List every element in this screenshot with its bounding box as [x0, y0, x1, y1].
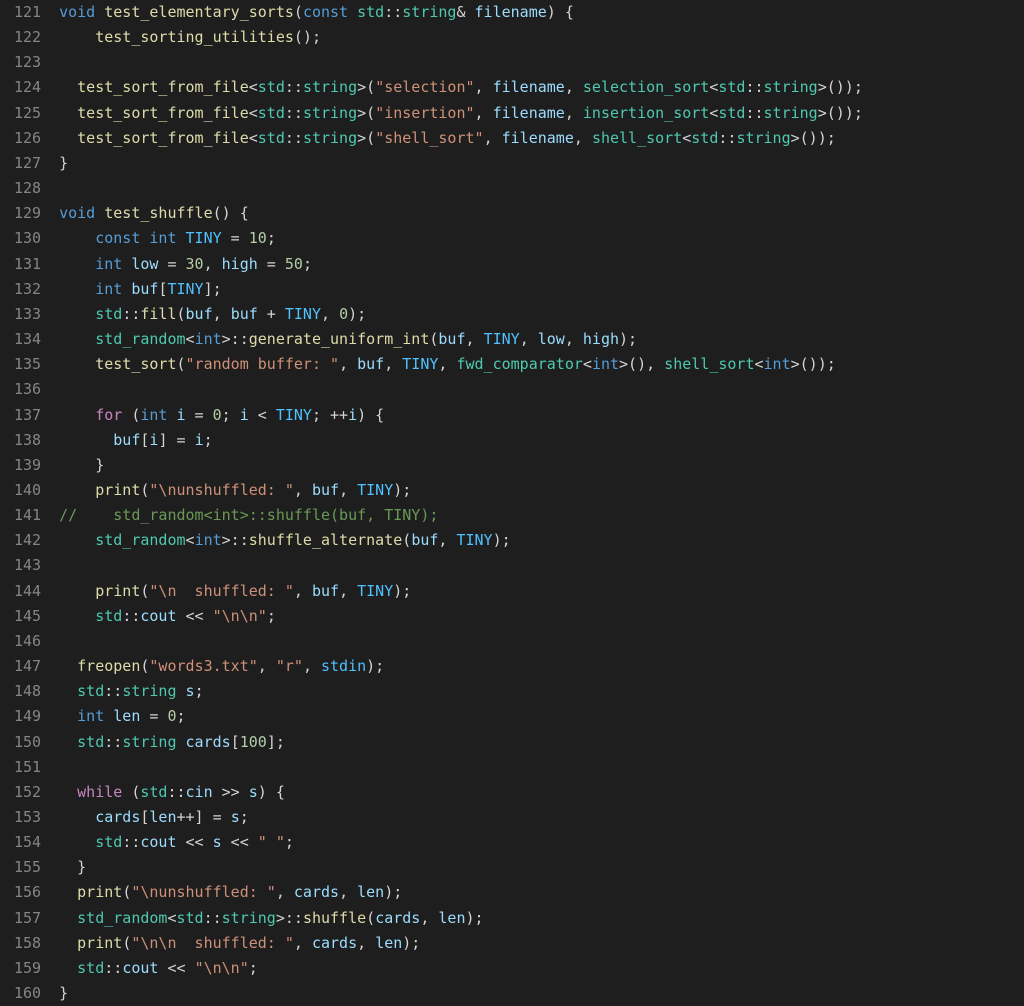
code-line[interactable]: void test_elementary_sorts(const std::st…	[59, 0, 1024, 25]
line-number: 149	[14, 704, 41, 729]
line-number: 141	[14, 503, 41, 528]
code-line[interactable]: while (std::cin >> s) {	[59, 780, 1024, 805]
line-number: 134	[14, 327, 41, 352]
code-line[interactable]	[59, 553, 1024, 578]
line-number: 150	[14, 730, 41, 755]
code-line[interactable]: std::cout << s << " ";	[59, 830, 1024, 855]
code-line[interactable]	[59, 377, 1024, 402]
line-number: 148	[14, 679, 41, 704]
line-number: 157	[14, 906, 41, 931]
line-number: 137	[14, 403, 41, 428]
code-line[interactable]: print("\n\n shuffled: ", cards, len);	[59, 931, 1024, 956]
code-line[interactable]: test_sort_from_file<std::string>("shell_…	[59, 126, 1024, 151]
line-number: 153	[14, 805, 41, 830]
line-number: 142	[14, 528, 41, 553]
code-line[interactable]: for (int i = 0; i < TINY; ++i) {	[59, 403, 1024, 428]
code-line[interactable]	[59, 629, 1024, 654]
line-number: 143	[14, 553, 41, 578]
line-number: 140	[14, 478, 41, 503]
line-number: 135	[14, 352, 41, 377]
code-line[interactable]: freopen("words3.txt", "r", stdin);	[59, 654, 1024, 679]
code-line[interactable]: int low = 30, high = 50;	[59, 252, 1024, 277]
code-line[interactable]: cards[len++] = s;	[59, 805, 1024, 830]
line-number: 127	[14, 151, 41, 176]
line-number: 133	[14, 302, 41, 327]
line-number: 144	[14, 579, 41, 604]
line-number: 126	[14, 126, 41, 151]
line-number-gutter: 1211221231241251261271281291301311321331…	[0, 0, 59, 1006]
code-line[interactable]	[59, 176, 1024, 201]
code-line[interactable]: std::string cards[100];	[59, 730, 1024, 755]
line-number: 132	[14, 277, 41, 302]
code-line[interactable]: test_sort_from_file<std::string>("select…	[59, 75, 1024, 100]
line-number: 121	[14, 0, 41, 25]
code-line[interactable]: int len = 0;	[59, 704, 1024, 729]
code-line[interactable]: const int TINY = 10;	[59, 226, 1024, 251]
line-number: 136	[14, 377, 41, 402]
line-number: 131	[14, 252, 41, 277]
line-number: 130	[14, 226, 41, 251]
line-number: 139	[14, 453, 41, 478]
code-line[interactable]: std::cout << "\n\n";	[59, 604, 1024, 629]
code-line[interactable]: test_sort("random buffer: ", buf, TINY, …	[59, 352, 1024, 377]
code-line[interactable]: }	[59, 453, 1024, 478]
line-number: 129	[14, 201, 41, 226]
code-line[interactable]: void test_shuffle() {	[59, 201, 1024, 226]
code-line[interactable]: std::string s;	[59, 679, 1024, 704]
line-number: 122	[14, 25, 41, 50]
code-line[interactable]	[59, 755, 1024, 780]
code-line[interactable]: test_sort_from_file<std::string>("insert…	[59, 101, 1024, 126]
line-number: 124	[14, 75, 41, 100]
code-line[interactable]: print("\n shuffled: ", buf, TINY);	[59, 579, 1024, 604]
code-editor[interactable]: 1211221231241251261271281291301311321331…	[0, 0, 1024, 1006]
code-line[interactable]: print("\nunshuffled: ", cards, len);	[59, 880, 1024, 905]
code-line[interactable]: test_sorting_utilities();	[59, 25, 1024, 50]
code-line[interactable]: std_random<int>::shuffle_alternate(buf, …	[59, 528, 1024, 553]
code-line[interactable]	[59, 50, 1024, 75]
code-line[interactable]: print("\nunshuffled: ", buf, TINY);	[59, 478, 1024, 503]
line-number: 138	[14, 428, 41, 453]
code-line[interactable]: std::fill(buf, buf + TINY, 0);	[59, 302, 1024, 327]
code-line[interactable]: buf[i] = i;	[59, 428, 1024, 453]
line-number: 123	[14, 50, 41, 75]
line-number: 151	[14, 755, 41, 780]
line-number: 160	[14, 981, 41, 1006]
code-line[interactable]: }	[59, 981, 1024, 1006]
line-number: 159	[14, 956, 41, 981]
line-number: 125	[14, 101, 41, 126]
code-line[interactable]: std_random<int>::generate_uniform_int(bu…	[59, 327, 1024, 352]
line-number: 158	[14, 931, 41, 956]
code-line[interactable]: int buf[TINY];	[59, 277, 1024, 302]
code-line[interactable]: std_random<std::string>::shuffle(cards, …	[59, 906, 1024, 931]
code-line[interactable]: std::cout << "\n\n";	[59, 956, 1024, 981]
line-number: 145	[14, 604, 41, 629]
line-number: 156	[14, 880, 41, 905]
line-number: 147	[14, 654, 41, 679]
line-number: 152	[14, 780, 41, 805]
line-number: 154	[14, 830, 41, 855]
code-line[interactable]: }	[59, 855, 1024, 880]
code-line[interactable]: }	[59, 151, 1024, 176]
line-number: 146	[14, 629, 41, 654]
code-line[interactable]: // std_random<int>::shuffle(buf, TINY);	[59, 503, 1024, 528]
line-number: 128	[14, 176, 41, 201]
line-number: 155	[14, 855, 41, 880]
code-area[interactable]: void test_elementary_sorts(const std::st…	[59, 0, 1024, 1006]
